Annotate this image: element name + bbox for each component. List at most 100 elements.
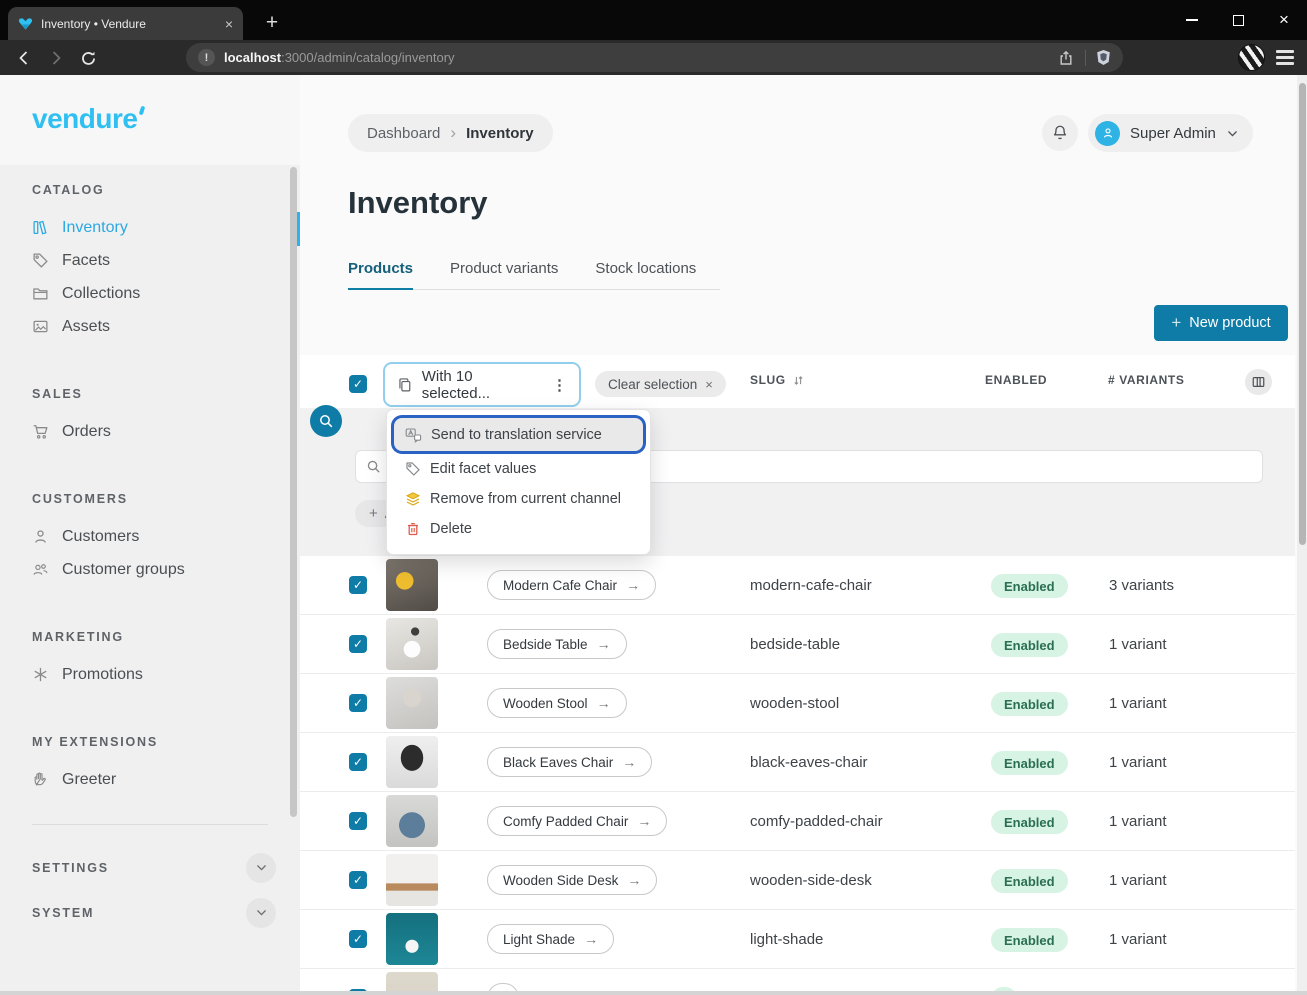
close-button[interactable]: × [1261, 0, 1307, 40]
product-slug: modern-cafe-chair [750, 577, 872, 594]
tab-bar: Products Product variants Stock location… [348, 260, 720, 290]
arrow-right-icon: → [597, 636, 611, 652]
tab-close-icon[interactable]: × [225, 17, 233, 31]
product-name-link[interactable]: Black Eaves Chair→ [487, 747, 652, 777]
menu-item-edit-facet-values[interactable]: Edit facet values [394, 454, 643, 484]
product-thumbnail[interactable] [386, 736, 438, 788]
column-settings-button[interactable] [1245, 369, 1272, 395]
table-row: ✓ Wooden Stool→ wooden-stool Enabled 1 v… [300, 674, 1295, 733]
column-header-slug[interactable]: SLUG [750, 373, 805, 387]
tab-product-variants[interactable]: Product variants [450, 260, 558, 289]
copy-icon [397, 377, 413, 393]
product-slug: light-shade [750, 931, 823, 948]
row-checkbox[interactable]: ✓ [349, 930, 367, 948]
brave-shield-icon[interactable] [1096, 49, 1111, 66]
site-info-icon[interactable]: ! [198, 49, 215, 66]
new-tab-button[interactable]: + [258, 9, 286, 37]
reload-button[interactable] [76, 46, 100, 70]
product-thumbnail[interactable] [386, 854, 438, 906]
tab-stock-locations[interactable]: Stock locations [595, 260, 696, 289]
row-checkbox[interactable]: ✓ [349, 812, 367, 830]
forward-button[interactable] [44, 46, 68, 70]
columns-icon [1251, 375, 1266, 389]
chevron-down-icon[interactable] [246, 853, 276, 883]
page-scrollbar-thumb[interactable] [1299, 83, 1306, 545]
url-bar[interactable]: ! localhost:3000/admin/catalog/inventory [186, 43, 1123, 72]
browser-profile-avatar[interactable] [1238, 44, 1265, 71]
sidebar-nav: CATALOG Inventory Facets Collections [0, 165, 300, 991]
breadcrumb[interactable]: Dashboard › Inventory [348, 114, 553, 152]
table-row: ✓ Light Shade→ light-shade Enabled 1 var… [300, 910, 1295, 969]
product-name-link[interactable]: Light Shade→ [487, 924, 614, 954]
chevron-down-icon [1226, 127, 1239, 140]
product-name-link[interactable]: Comfy Padded Chair→ [487, 806, 667, 836]
product-name-link[interactable]: Wooden Side Desk→ [487, 865, 657, 895]
row-checkbox[interactable]: ✓ [349, 576, 367, 594]
section-label-customers: CUSTOMERS [32, 492, 300, 506]
breadcrumb-dashboard[interactable]: Dashboard [367, 125, 440, 142]
minimize-button[interactable] [1169, 0, 1215, 40]
search-toggle-button[interactable] [310, 405, 342, 437]
product-thumbnail[interactable] [386, 795, 438, 847]
table-row: ✓ Comfy Padded Chair→ comfy-padded-chair… [300, 792, 1295, 851]
new-product-button[interactable]: + New product [1154, 305, 1288, 341]
sidebar-item-greeter[interactable]: Greeter [32, 763, 300, 796]
product-name-link[interactable]: Wooden Stool→ [487, 688, 627, 718]
select-all-checkbox[interactable]: ✓ [349, 375, 367, 393]
hand-icon [32, 771, 49, 788]
sidebar-item-system[interactable]: SYSTEM [32, 896, 276, 929]
close-icon: × [705, 377, 713, 392]
sidebar-item-promotions[interactable]: Promotions [32, 658, 300, 691]
product-thumbnail[interactable] [386, 559, 438, 611]
row-checkbox[interactable]: ✓ [349, 694, 367, 712]
clear-selection-button[interactable]: Clear selection × [595, 371, 726, 397]
product-thumbnail[interactable] [386, 972, 438, 991]
notifications-button[interactable] [1042, 115, 1078, 151]
vendure-logo[interactable]: vendure [32, 103, 137, 135]
product-name-link[interactable]: Bedside Table→ [487, 629, 627, 659]
tab-title: Inventory • Vendure [41, 17, 217, 31]
sidebar-item-customers[interactable]: Customers [32, 520, 300, 553]
row-checkbox[interactable]: ✓ [349, 753, 367, 771]
main-content: Dashboard › Inventory Super Admin Invent… [300, 75, 1307, 991]
bulk-actions-button[interactable]: With 10 selected... ⋮ [383, 362, 581, 407]
browser-tab[interactable]: Inventory • Vendure × [8, 7, 243, 40]
sidebar-item-facets[interactable]: Facets [32, 244, 300, 277]
inventory-icon [32, 219, 49, 236]
layers-icon [405, 491, 421, 507]
tab-products[interactable]: Products [348, 260, 413, 290]
sidebar-item-inventory[interactable]: Inventory [32, 211, 300, 244]
variant-count: 1 variant [1109, 813, 1167, 830]
back-button[interactable] [12, 46, 36, 70]
row-checkbox[interactable]: ✓ [349, 871, 367, 889]
page-scrollbar[interactable] [1297, 75, 1307, 991]
people-icon [32, 561, 49, 578]
share-icon[interactable] [1057, 50, 1075, 66]
sidebar-item-orders[interactable]: Orders [32, 415, 300, 448]
variant-count: 1 variant [1109, 872, 1167, 889]
menu-item-delete[interactable]: Delete [394, 514, 643, 544]
menu-item-send-translation[interactable]: Send to translation service [394, 418, 643, 451]
maximize-button[interactable] [1215, 0, 1261, 40]
chevron-down-icon[interactable] [246, 898, 276, 928]
column-header-variants: # VARIANTS [1108, 373, 1184, 387]
sidebar-scrollbar[interactable] [290, 167, 297, 817]
url-path: :3000/admin/catalog/inventory [281, 50, 454, 65]
product-thumbnail[interactable] [386, 677, 438, 729]
status-badge: Enabled [991, 751, 1068, 775]
sidebar-item-customer-groups[interactable]: Customer groups [32, 553, 300, 586]
kebab-menu-icon: ⋮ [552, 376, 567, 394]
sidebar-item-collections[interactable]: Collections [32, 277, 300, 310]
image-icon [32, 318, 49, 335]
product-thumbnail[interactable] [386, 618, 438, 670]
menu-item-remove-from-channel[interactable]: Remove from current channel [394, 484, 643, 514]
user-menu[interactable]: Super Admin [1088, 114, 1253, 152]
row-checkbox[interactable]: ✓ [349, 635, 367, 653]
sidebar-item-assets[interactable]: Assets [32, 310, 300, 343]
product-name-link[interactable] [487, 983, 519, 991]
product-name-link[interactable]: Modern Cafe Chair→ [487, 570, 656, 600]
vendure-favicon-icon [18, 17, 33, 31]
browser-menu-icon[interactable] [1276, 50, 1294, 65]
product-thumbnail[interactable] [386, 913, 438, 965]
sidebar-item-settings[interactable]: SETTINGS [32, 851, 276, 884]
